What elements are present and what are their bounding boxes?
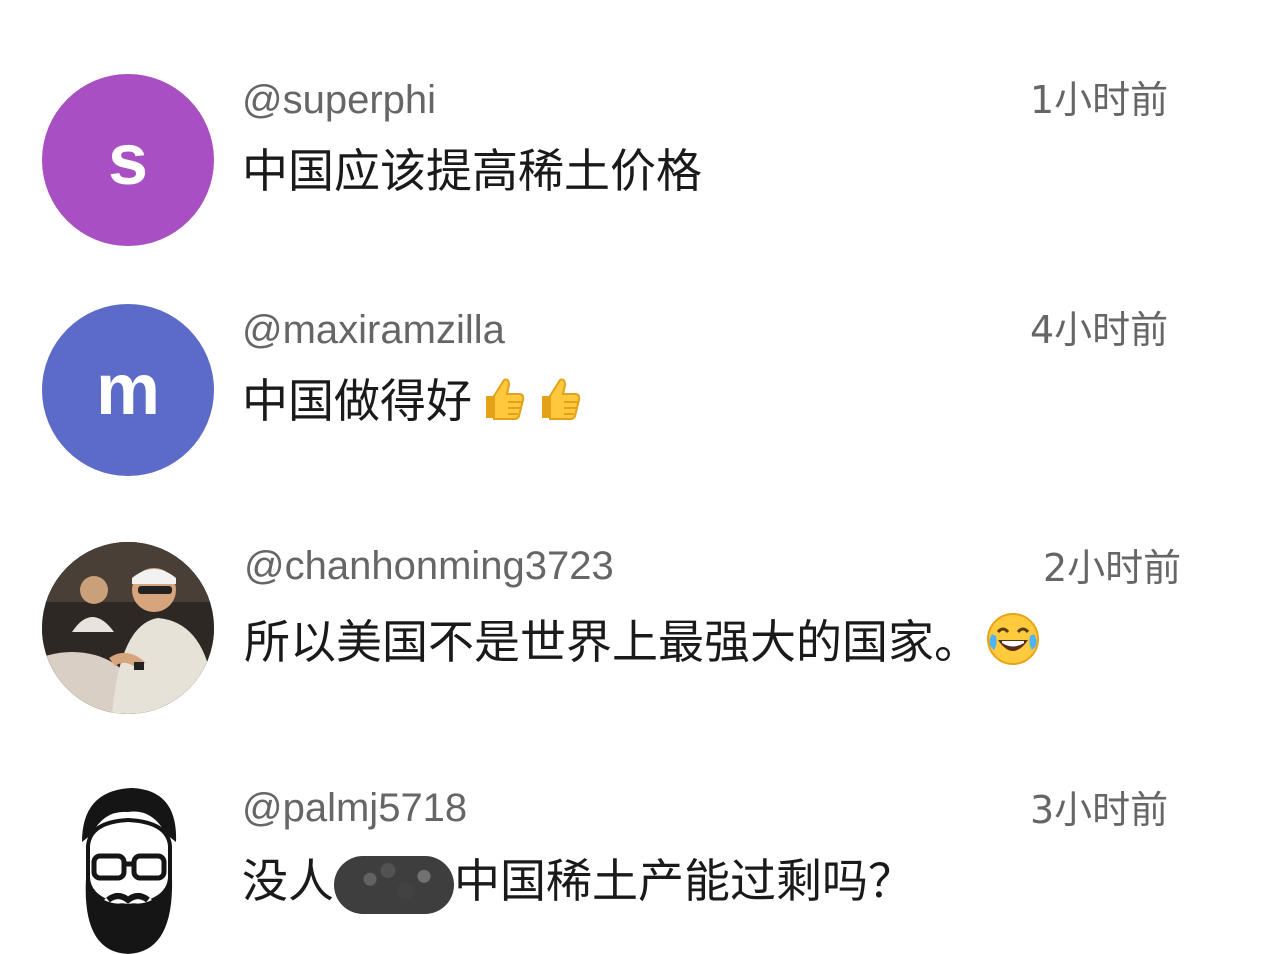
- comment-text-start: 没人: [242, 854, 334, 908]
- comment-text-line: 中国做得好: [242, 372, 584, 437]
- comment-text: 中国做得好: [242, 374, 472, 428]
- comment-text: 中国应该提高稀土价格: [242, 144, 702, 198]
- comment-timestamp: 4小时前: [1030, 308, 1169, 352]
- comment-timestamp: 2小时前: [1043, 546, 1182, 590]
- profile-photo-icon: [42, 542, 214, 714]
- thumbs-up-icon: [532, 372, 584, 437]
- redaction-scribble: [334, 855, 454, 914]
- bearded-man-illustration-icon: [42, 782, 214, 954]
- avatar[interactable]: [42, 542, 214, 714]
- comment-text-line: 所以美国不是世界上最强大的国家。: [244, 610, 1042, 681]
- comment-author[interactable]: @chanhonming3723: [244, 542, 614, 590]
- avatar-letter: m: [95, 350, 161, 430]
- thumbs-up-icon: [476, 372, 528, 437]
- avatar-letter: s: [107, 120, 149, 200]
- comment-timestamp: 3小时前: [1030, 788, 1169, 832]
- avatar[interactable]: [42, 782, 214, 954]
- face-with-tears-of-joy-icon: [984, 610, 1042, 681]
- comment-timestamp: 1小时前: [1030, 78, 1169, 122]
- comment-text-line: 没人 中国稀土产能过剩吗？: [242, 852, 914, 914]
- comment-author[interactable]: @superphi: [242, 76, 436, 124]
- comment-text: 所以美国不是世界上最强大的国家。: [244, 615, 980, 669]
- comment-text-end: 中国稀土产能过剩吗？: [454, 854, 914, 908]
- avatar[interactable]: s: [42, 74, 214, 246]
- avatar[interactable]: m: [42, 304, 214, 476]
- comment-author[interactable]: @palmj5718: [242, 784, 467, 832]
- comment-author[interactable]: @maxiramzilla: [242, 306, 505, 354]
